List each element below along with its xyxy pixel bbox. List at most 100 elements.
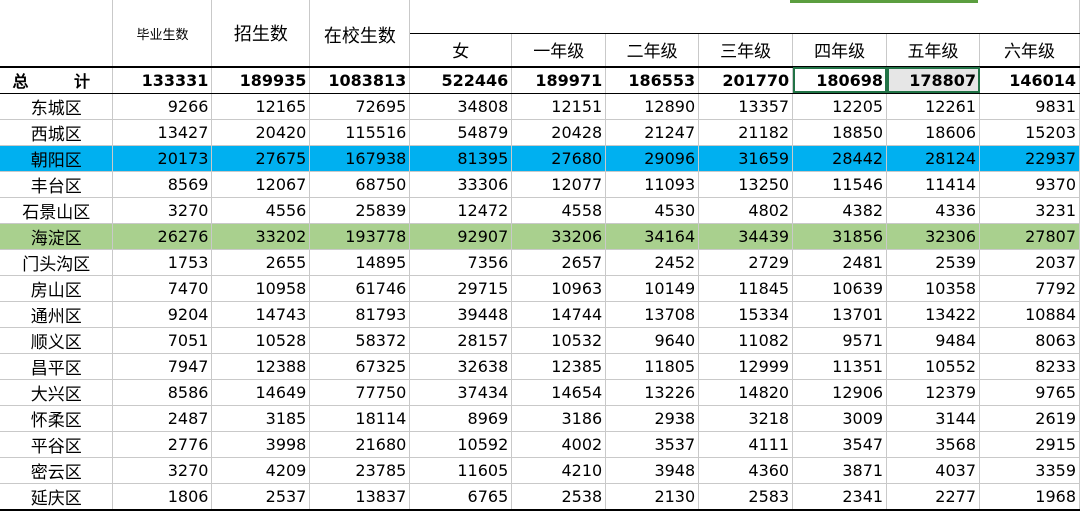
data-cell[interactable]: 4002 <box>511 431 607 458</box>
data-cell[interactable]: 34164 <box>605 223 700 250</box>
data-cell[interactable]: 2776 <box>112 431 213 458</box>
data-cell[interactable]: 8569 <box>112 171 213 198</box>
data-cell[interactable]: 7470 <box>112 275 213 302</box>
data-cell[interactable]: 9266 <box>112 93 213 120</box>
data-cell[interactable]: 20428 <box>511 119 607 146</box>
data-cell[interactable]: 2539 <box>886 249 981 276</box>
data-cell[interactable]: 10149 <box>605 275 700 302</box>
data-cell[interactable]: 3218 <box>698 405 794 432</box>
data-cell[interactable]: 6765 <box>409 483 513 511</box>
data-cell[interactable]: 9765 <box>979 379 1080 406</box>
data-cell[interactable]: 12999 <box>698 353 794 380</box>
data-cell[interactable]: 3998 <box>211 431 311 458</box>
data-cell[interactable]: 12385 <box>511 353 607 380</box>
data-cell[interactable]: 10528 <box>211 327 311 354</box>
district-label[interactable]: 通州区 <box>0 301 114 328</box>
data-cell[interactable]: 12379 <box>886 379 981 406</box>
district-label[interactable]: 房山区 <box>0 275 114 302</box>
data-cell[interactable]: 15203 <box>979 119 1080 146</box>
header-grade-2[interactable]: 二年级 <box>605 32 700 68</box>
data-cell[interactable]: 4530 <box>605 197 700 224</box>
data-cell[interactable]: 72695 <box>309 93 411 120</box>
data-cell[interactable]: 15334 <box>698 301 794 328</box>
data-cell[interactable]: 13427 <box>112 119 213 146</box>
data-cell[interactable]: 14820 <box>698 379 794 406</box>
data-cell[interactable]: 2619 <box>979 405 1080 432</box>
data-cell[interactable]: 11414 <box>886 171 981 198</box>
data-cell[interactable]: 12388 <box>211 353 311 380</box>
header-in-school[interactable]: 在校生数 <box>309 0 411 68</box>
data-cell[interactable]: 32638 <box>409 353 513 380</box>
data-cell[interactable]: 12205 <box>792 93 888 120</box>
data-cell[interactable]: 115516 <box>309 119 411 146</box>
data-cell[interactable]: 13701 <box>792 301 888 328</box>
data-cell[interactable]: 28124 <box>886 145 981 172</box>
data-cell[interactable]: 2277 <box>886 483 981 511</box>
data-cell[interactable]: 8233 <box>979 353 1080 380</box>
data-cell[interactable]: 12067 <box>211 171 311 198</box>
data-cell[interactable]: 10639 <box>792 275 888 302</box>
district-label[interactable]: 朝阳区 <box>0 145 114 172</box>
district-label[interactable]: 东城区 <box>0 93 114 120</box>
district-label[interactable]: 平谷区 <box>0 431 114 458</box>
data-cell[interactable]: 2915 <box>979 431 1080 458</box>
data-cell[interactable]: 3270 <box>112 197 213 224</box>
data-cell[interactable]: 21680 <box>309 431 411 458</box>
data-cell[interactable]: 26276 <box>112 223 213 250</box>
data-cell[interactable]: 11546 <box>792 171 888 198</box>
data-cell[interactable]: 11605 <box>409 457 513 484</box>
data-cell[interactable]: 2729 <box>698 249 794 276</box>
data-cell[interactable]: 10552 <box>886 353 981 380</box>
data-cell[interactable]: 28157 <box>409 327 513 354</box>
header-grade-3[interactable]: 三年级 <box>698 32 794 68</box>
data-cell[interactable]: 2481 <box>792 249 888 276</box>
data-cell[interactable]: 10963 <box>511 275 607 302</box>
data-cell[interactable]: 9484 <box>886 327 981 354</box>
district-label[interactable]: 门头沟区 <box>0 249 114 276</box>
data-cell[interactable]: 10884 <box>979 301 1080 328</box>
data-cell[interactable]: 9370 <box>979 171 1080 198</box>
data-cell[interactable]: 1968 <box>979 483 1080 511</box>
data-cell[interactable]: 1753 <box>112 249 213 276</box>
data-cell[interactable]: 8969 <box>409 405 513 432</box>
total-cell-active[interactable]: 178807 <box>886 66 981 94</box>
data-cell[interactable]: 32306 <box>886 223 981 250</box>
data-cell[interactable]: 2537 <box>211 483 311 511</box>
total-cell[interactable]: 522446 <box>409 66 513 94</box>
data-cell[interactable]: 54879 <box>409 119 513 146</box>
total-cell[interactable]: 201770 <box>698 66 794 94</box>
district-label[interactable]: 顺义区 <box>0 327 114 354</box>
total-cell[interactable]: 1083813 <box>309 66 411 94</box>
data-cell[interactable]: 13250 <box>698 171 794 198</box>
total-cell-selected[interactable]: 180698 <box>792 66 888 94</box>
data-cell[interactable]: 27807 <box>979 223 1080 250</box>
data-cell[interactable]: 27675 <box>211 145 311 172</box>
header-grade-1[interactable]: 一年级 <box>511 32 607 68</box>
data-cell[interactable]: 8586 <box>112 379 213 406</box>
data-cell[interactable]: 2938 <box>605 405 700 432</box>
data-cell[interactable]: 2655 <box>211 249 311 276</box>
data-cell[interactable]: 2452 <box>605 249 700 276</box>
header-group-blank[interactable] <box>409 0 1080 34</box>
data-cell[interactable]: 11351 <box>792 353 888 380</box>
data-cell[interactable]: 4802 <box>698 197 794 224</box>
data-cell[interactable]: 4382 <box>792 197 888 224</box>
data-cell[interactable]: 7947 <box>112 353 213 380</box>
data-cell[interactable]: 34439 <box>698 223 794 250</box>
district-label[interactable]: 丰台区 <box>0 171 114 198</box>
data-cell[interactable]: 14654 <box>511 379 607 406</box>
data-cell[interactable]: 12472 <box>409 197 513 224</box>
data-cell[interactable]: 20173 <box>112 145 213 172</box>
data-cell[interactable]: 3009 <box>792 405 888 432</box>
data-cell[interactable]: 12165 <box>211 93 311 120</box>
header-grade-6[interactable]: 六年级 <box>979 32 1080 68</box>
data-cell[interactable]: 2538 <box>511 483 607 511</box>
header-female[interactable]: 女 <box>409 32 513 68</box>
data-cell[interactable]: 3948 <box>605 457 700 484</box>
data-cell[interactable]: 14649 <box>211 379 311 406</box>
district-label[interactable]: 西城区 <box>0 119 114 146</box>
data-cell[interactable]: 61746 <box>309 275 411 302</box>
header-grade-5[interactable]: 五年级 <box>886 32 981 68</box>
data-cell[interactable]: 77750 <box>309 379 411 406</box>
total-cell[interactable]: 146014 <box>979 66 1080 94</box>
